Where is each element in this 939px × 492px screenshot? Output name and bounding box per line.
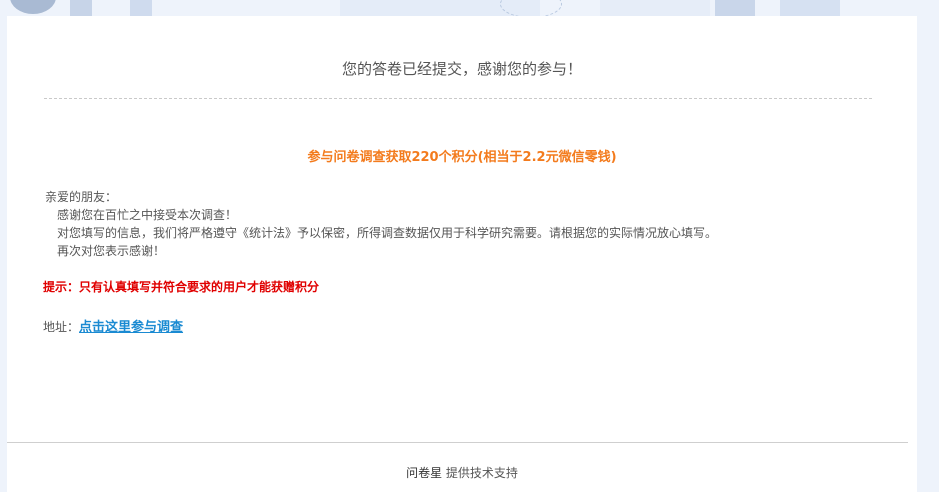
message-body: 亲爱的朋友： 感谢您在百忙之中接受本次调查！ 对您填写的信息，我们将严格遵守《统… [45, 188, 717, 260]
greeting: 亲爱的朋友： [45, 190, 118, 204]
footer-text: 提供技术支持 [445, 466, 518, 480]
address-label: 地址： [43, 320, 80, 334]
footer-divider [7, 442, 908, 443]
address-row: 地址：点击这里参与调查 [43, 316, 183, 335]
footer-brand-link[interactable]: 问卷星 [406, 466, 442, 480]
decorative-shape [600, 0, 710, 16]
survey-link[interactable]: 点击这里参与调查 [79, 320, 183, 335]
reward-banner: 参与问卷调查获取220个积分(相当于2.2元微信零钱) [307, 150, 617, 165]
page-title: 您的答卷已经提交，感谢您的参与！ [341, 60, 582, 78]
decorative-shape [10, 0, 56, 14]
message-line: 对您填写的信息，我们将严格遵守《统计法》予以保密，所得调查数据仅用于科学研究需要… [57, 226, 718, 240]
message-line: 再次对您表示感谢！ [57, 244, 166, 258]
decorative-shape [715, 0, 755, 16]
content-card: 您的答卷已经提交，感谢您的参与！ 参与问卷调查获取220个积分(相当于2.2元微… [7, 16, 917, 492]
decorative-shape [780, 0, 840, 16]
divider [44, 98, 872, 99]
message-line: 感谢您在百忙之中接受本次调查！ [57, 208, 238, 222]
footer: 问卷星 提供技术支持 [7, 464, 917, 481]
decorative-shape [130, 0, 152, 16]
hint-text: 提示：只有认真填写并符合要求的用户才能获赠积分 [43, 280, 320, 294]
decorative-shape [70, 0, 92, 16]
